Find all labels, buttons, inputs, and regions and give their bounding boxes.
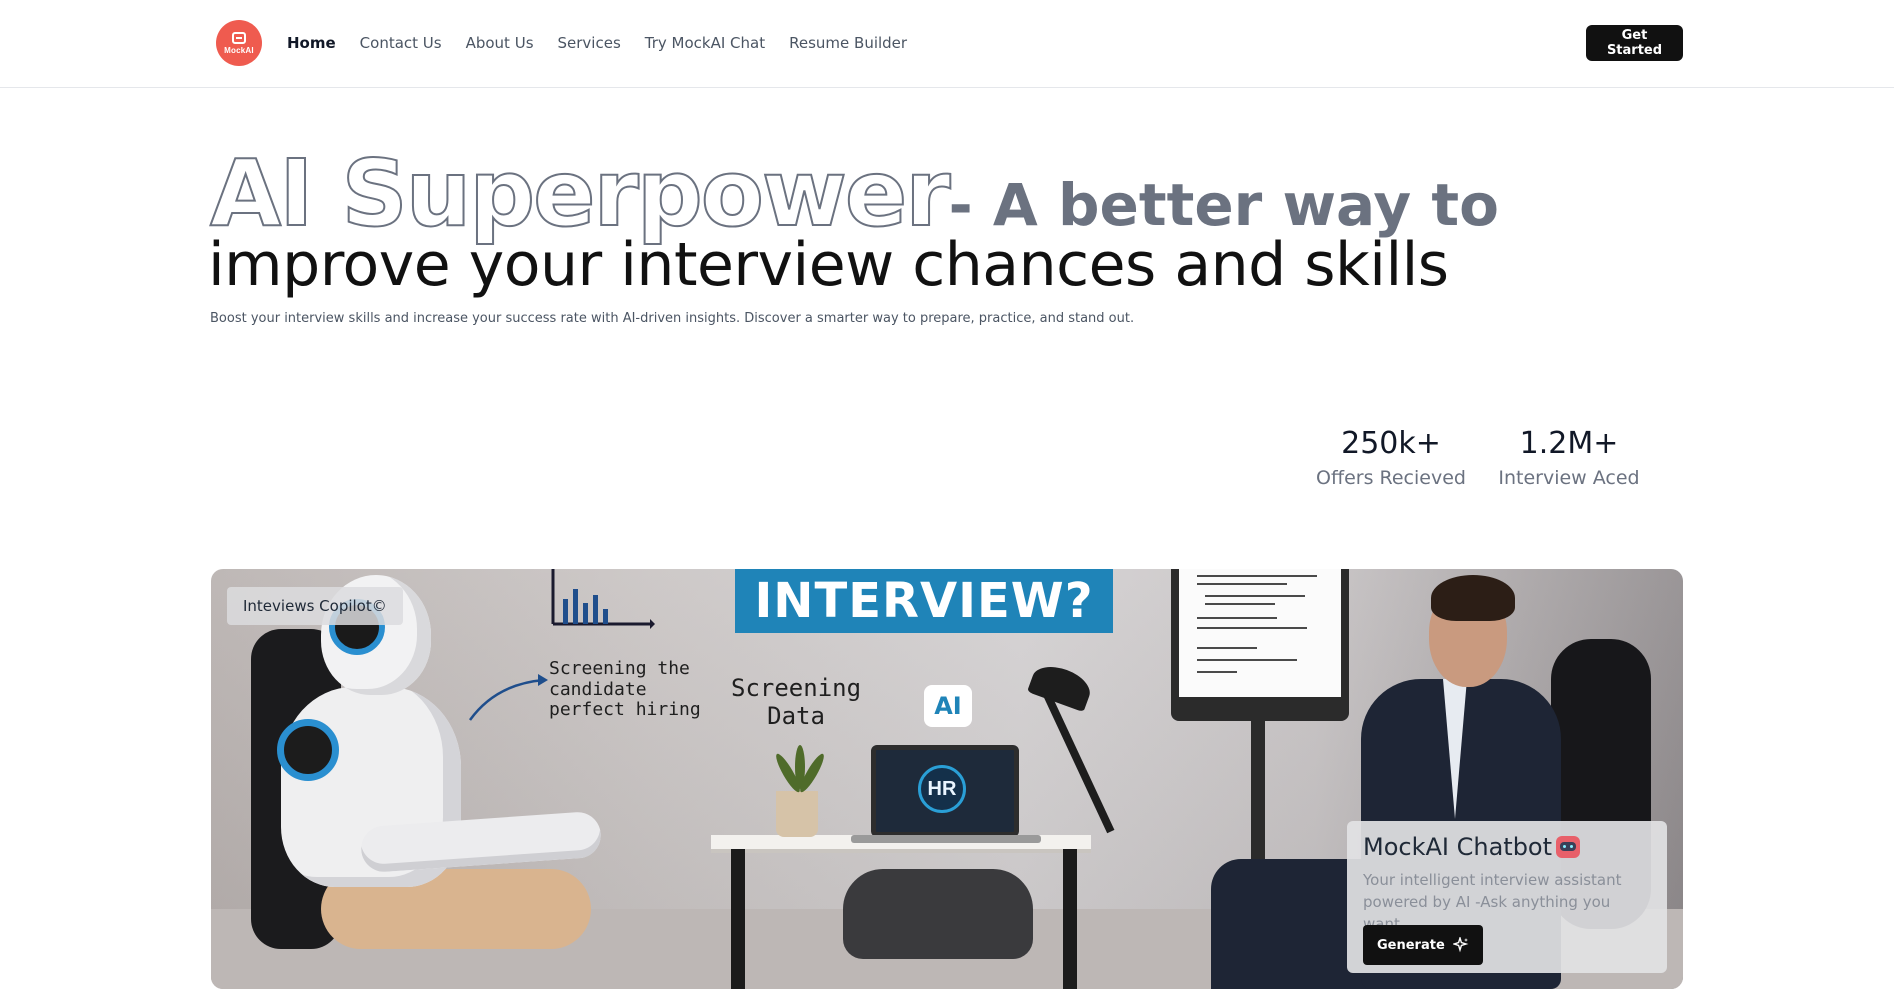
hero-title-line2: improve your interview chances and skill… — [208, 230, 1449, 300]
get-started-button[interactable]: Get Started — [1586, 25, 1683, 61]
stat-offers: 250k+ Offers Recieved — [1316, 426, 1466, 489]
interviews-copilot-badge: Inteviews Copilot© — [227, 587, 403, 625]
note-screening-candidate: Screening the candidate perfect hiring — [549, 658, 701, 721]
ai-bubble: AI — [924, 685, 972, 727]
robot-icon — [1556, 836, 1581, 858]
top-nav-bar: MockAI Home Contact Us About Us Services… — [0, 0, 1894, 88]
logo-text: MockAI — [224, 45, 254, 55]
hero-banner-image: Screening the candidate perfect hiring S… — [211, 569, 1683, 989]
main-nav: Home Contact Us About Us Services Try Mo… — [287, 33, 931, 53]
hr-badge: HR — [918, 765, 966, 813]
hero-subtitle: Boost your interview skills and increase… — [210, 311, 1135, 326]
interview-sign: INTERVIEW? — [735, 569, 1113, 633]
arrow-doodle — [468, 674, 548, 721]
hero-title-rest: - A better way to — [948, 171, 1499, 239]
nav-home[interactable]: Home — [287, 33, 336, 53]
nav-about-us[interactable]: About Us — [466, 33, 534, 53]
robot-shoulder — [277, 719, 339, 781]
stat-offers-label: Offers Recieved — [1316, 467, 1466, 489]
sparkles-icon — [1452, 937, 1469, 953]
chat-logo-icon — [232, 31, 246, 44]
stat-offers-value: 250k+ — [1341, 426, 1441, 461]
laptop-base — [851, 835, 1041, 843]
chatbot-card: MockAI Chatbot Your intelligent intervie… — [1347, 821, 1667, 973]
nav-try-mockai-chat[interactable]: Try MockAI Chat — [645, 33, 765, 53]
desk-leg-left — [731, 849, 745, 989]
note-screening-data: Screening Data — [731, 674, 862, 730]
nav-resume-builder[interactable]: Resume Builder — [789, 33, 907, 53]
mockai-logo[interactable]: MockAI — [216, 20, 262, 66]
generate-button[interactable]: Generate — [1363, 925, 1483, 965]
nav-contact-us[interactable]: Contact Us — [360, 33, 442, 53]
desk-leg-right — [1063, 849, 1077, 989]
stat-interviews-value: 1.2M+ — [1519, 426, 1619, 461]
plant-pot — [776, 791, 818, 837]
generate-button-label: Generate — [1377, 937, 1445, 953]
nav-services[interactable]: Services — [558, 33, 621, 53]
stat-interviews: 1.2M+ Interview Aced — [1496, 426, 1642, 489]
stat-interviews-label: Interview Aced — [1498, 467, 1640, 489]
bar-chart-doodle — [551, 569, 655, 629]
chatbot-title: MockAI Chatbot — [1363, 833, 1651, 861]
office-chair — [843, 869, 1033, 959]
monitor-screen — [1179, 569, 1341, 697]
man-hair — [1431, 575, 1515, 621]
